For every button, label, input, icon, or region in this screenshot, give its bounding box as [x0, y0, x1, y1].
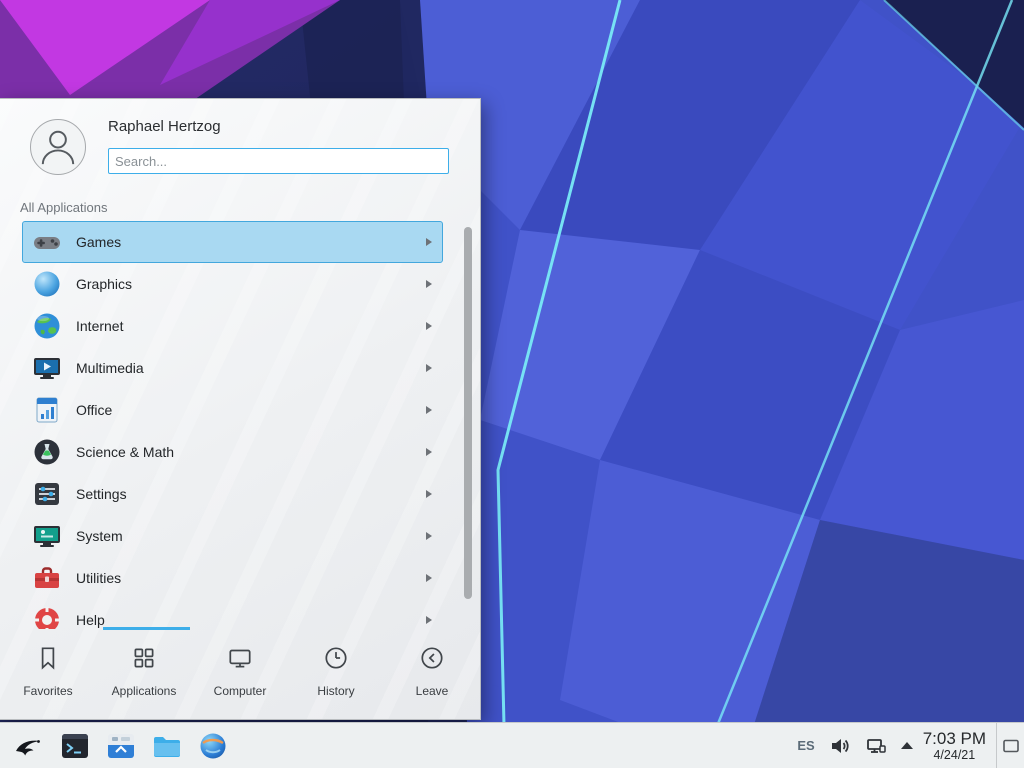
- category-row-help[interactable]: Help: [22, 599, 443, 629]
- leave-icon: [418, 644, 446, 677]
- chevron-right-icon: [426, 364, 432, 372]
- chevron-right-icon: [426, 406, 432, 414]
- chevron-right-icon: [426, 280, 432, 288]
- category-row-settings[interactable]: Settings: [22, 473, 443, 515]
- chevron-right-icon: [426, 532, 432, 540]
- tab-label: Favorites: [23, 684, 72, 698]
- category-row-internet[interactable]: Internet: [22, 305, 443, 347]
- chevron-right-icon: [426, 616, 432, 624]
- clock-icon: [322, 644, 350, 677]
- launcher-header: Raphael Hertzog All Applications: [0, 99, 480, 221]
- tab-label: Computer: [214, 684, 267, 698]
- browser-globe-icon[interactable]: [196, 729, 230, 763]
- category-label: Office: [76, 402, 112, 418]
- application-launcher-menu: Raphael Hertzog All Applications Games G…: [0, 98, 481, 720]
- tab-computer[interactable]: Computer: [192, 627, 288, 719]
- sphere-icon: [31, 268, 63, 300]
- chevron-right-icon: [426, 448, 432, 456]
- category-label: Multimedia: [76, 360, 144, 376]
- category-row-graphics[interactable]: Graphics: [22, 263, 443, 305]
- chevron-right-icon: [426, 490, 432, 498]
- category-label: Utilities: [76, 570, 121, 586]
- chevron-right-icon: [426, 574, 432, 582]
- system-tray: ES: [797, 735, 912, 757]
- category-label: Science & Math: [76, 444, 174, 460]
- tab-favorites[interactable]: Favorites: [0, 627, 96, 719]
- launcher-tabbar: Favorites Applications Computer History: [0, 627, 480, 719]
- sliders-icon: [31, 478, 63, 510]
- category-row-office[interactable]: Office: [22, 389, 443, 431]
- kali-menu-icon[interactable]: [12, 729, 46, 763]
- keyboard-layout-indicator[interactable]: ES: [797, 738, 814, 753]
- clock-time: 7:03 PM: [923, 729, 986, 749]
- expand-arrow-icon[interactable]: [901, 742, 913, 749]
- network-icon[interactable]: [865, 735, 887, 757]
- category-label: Internet: [76, 318, 123, 334]
- tab-history[interactable]: History: [288, 627, 384, 719]
- document-chart-icon: [31, 394, 63, 426]
- globe-icon: [31, 310, 63, 342]
- folder-icon[interactable]: [150, 729, 184, 763]
- category-label: System: [76, 528, 123, 544]
- clock-date: 4/24/21: [923, 748, 986, 762]
- tab-applications[interactable]: Applications: [96, 627, 192, 719]
- chevron-right-icon: [426, 322, 432, 330]
- monitor-play-icon: [31, 352, 63, 384]
- bookmark-icon: [34, 644, 62, 677]
- category-label: Graphics: [76, 276, 132, 292]
- computer-icon: [226, 644, 254, 677]
- terminal-icon[interactable]: [58, 729, 92, 763]
- category-row-utilities[interactable]: Utilities: [22, 557, 443, 599]
- category-list: Games Graphics Internet Multimedia: [0, 221, 480, 629]
- category-label: Games: [76, 234, 121, 250]
- flask-icon: [31, 436, 63, 468]
- show-desktop-button[interactable]: [996, 723, 1024, 768]
- category-row-games[interactable]: Games: [22, 221, 443, 263]
- system-monitor-icon: [31, 520, 63, 552]
- list-scrollbar[interactable]: [464, 227, 472, 599]
- search-input[interactable]: [108, 148, 449, 174]
- category-row-science-math[interactable]: Science & Math: [22, 431, 443, 473]
- lifebuoy-icon: [31, 604, 63, 629]
- user-avatar: [30, 119, 86, 175]
- category-label: Settings: [76, 486, 127, 502]
- chevron-right-icon: [426, 238, 432, 246]
- user-name: Raphael Hertzog: [108, 118, 221, 135]
- section-label: All Applications: [20, 200, 107, 215]
- tab-label: Applications: [112, 684, 177, 698]
- digital-clock[interactable]: 7:03 PM 4/24/21: [923, 729, 986, 763]
- grid-icon: [130, 644, 158, 677]
- category-row-system[interactable]: System: [22, 515, 443, 557]
- toolbox-icon: [31, 562, 63, 594]
- category-label: Help: [76, 612, 105, 628]
- category-row-multimedia[interactable]: Multimedia: [22, 347, 443, 389]
- files-app-icon[interactable]: [104, 729, 138, 763]
- tab-label: History: [317, 684, 354, 698]
- tab-label: Leave: [416, 684, 449, 698]
- volume-icon[interactable]: [829, 735, 851, 757]
- active-tab-indicator: [103, 627, 190, 630]
- taskbar-panel: ES 7:03 PM 4/24/21: [0, 722, 1024, 768]
- gamepad-icon: [31, 226, 63, 258]
- tab-leave[interactable]: Leave: [384, 627, 480, 719]
